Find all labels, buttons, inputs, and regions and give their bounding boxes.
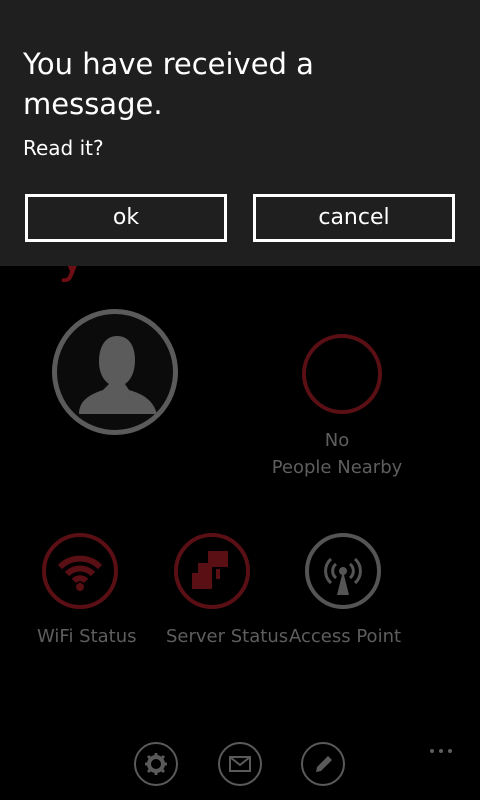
dialog-message: Read it? <box>23 136 104 160</box>
ellipsis-dot <box>448 749 452 753</box>
wifi-icon <box>57 555 103 591</box>
messages-button[interactable] <box>218 742 262 786</box>
pencil-icon <box>316 756 332 772</box>
cancel-button[interactable]: cancel <box>253 194 455 242</box>
compose-button[interactable] <box>301 742 345 786</box>
ellipsis-icon <box>430 749 434 753</box>
people-nearby-ring[interactable] <box>302 334 382 414</box>
ellipsis-dot <box>439 749 443 753</box>
gear-icon <box>145 753 167 775</box>
people-nearby-count: No <box>324 430 350 451</box>
access-point-icon <box>324 557 362 595</box>
phone-screen: y No People Nearby WiFi Status <box>0 0 480 800</box>
access-point-button[interactable] <box>305 533 381 609</box>
people-nearby-label: People Nearby <box>271 457 403 478</box>
mail-icon <box>229 756 251 772</box>
wifi-status-label: WiFi Status <box>37 626 137 647</box>
person-silhouette-icon <box>79 336 157 414</box>
settings-button[interactable] <box>134 742 178 786</box>
server-status-button[interactable] <box>174 533 250 609</box>
more-options-button[interactable] <box>430 738 460 753</box>
message-dialog: You have received a message. Read it? ok… <box>0 0 480 266</box>
server-status-label: Server Status <box>166 626 289 647</box>
access-point-label: Access Point <box>289 626 402 647</box>
wifi-status-button[interactable] <box>42 533 118 609</box>
profile-avatar[interactable] <box>52 309 178 435</box>
dialog-title: You have received a message. <box>23 47 314 121</box>
ok-button[interactable]: ok <box>25 194 227 242</box>
server-icon <box>192 551 228 589</box>
